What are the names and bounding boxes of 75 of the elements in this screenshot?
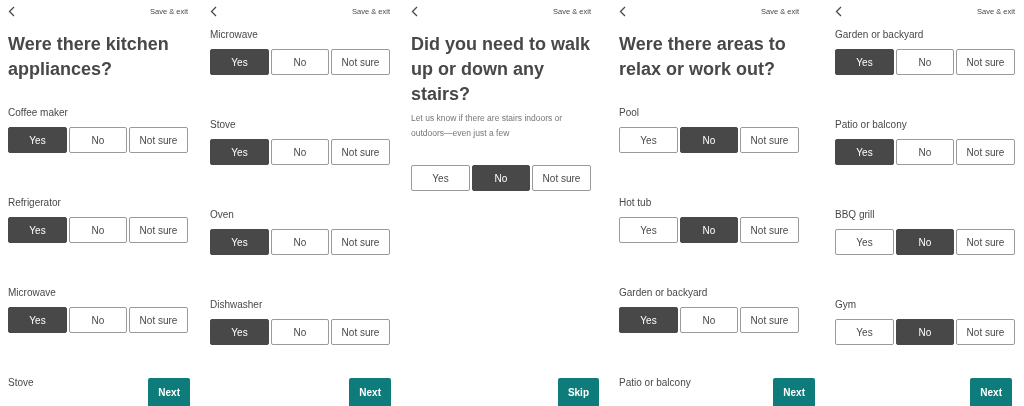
answer-option[interactable]: No xyxy=(271,49,329,75)
answer-option[interactable]: Not sure xyxy=(740,307,799,333)
answer-option[interactable]: No xyxy=(69,217,127,243)
answer-option[interactable]: No xyxy=(271,139,329,165)
question-label: Gym xyxy=(835,298,858,312)
footer-button[interactable]: Next xyxy=(349,378,391,406)
answer-option[interactable]: Yes xyxy=(8,127,67,153)
footer-button[interactable]: Next xyxy=(148,378,190,406)
question-label: Hot tub xyxy=(619,196,653,210)
answer-option[interactable]: Yes xyxy=(835,49,894,75)
answer-option[interactable]: Not sure xyxy=(956,319,1015,345)
question-label: Microwave xyxy=(8,286,57,300)
back-icon[interactable] xyxy=(210,5,217,17)
answer-option[interactable]: Not sure xyxy=(129,127,188,153)
question-label: Stove xyxy=(8,376,35,390)
question-label: Garden or backyard xyxy=(619,286,709,300)
answer-option[interactable]: Not sure xyxy=(956,139,1015,165)
question-label: Garden or backyard xyxy=(835,28,925,42)
question-label: Coffee maker xyxy=(8,106,69,120)
answer-option[interactable]: Not sure xyxy=(956,229,1015,255)
answer-option[interactable]: Yes xyxy=(8,307,67,333)
answer-option[interactable]: Not sure xyxy=(129,217,188,243)
answer-option[interactable]: No xyxy=(896,49,954,75)
answer-option[interactable]: Yes xyxy=(210,229,269,255)
footer-button[interactable]: Next xyxy=(970,378,1012,406)
answer-option[interactable]: Yes xyxy=(619,127,678,153)
answer-option[interactable]: Yes xyxy=(210,139,269,165)
answer-option[interactable]: No xyxy=(680,307,738,333)
answer-option[interactable]: No xyxy=(896,319,954,345)
answer-option[interactable]: No xyxy=(896,139,954,165)
question-label: Patio or balcony xyxy=(619,376,692,390)
footer-button[interactable]: Next xyxy=(773,378,815,406)
page-subtitle: Let us know if there are stairs indoors or outdoors—even just a few xyxy=(411,112,564,140)
back-icon[interactable] xyxy=(619,5,626,17)
answer-option[interactable]: Not sure xyxy=(956,49,1015,75)
answer-option[interactable]: Yes xyxy=(411,165,470,191)
back-icon[interactable] xyxy=(411,5,418,17)
answer-option[interactable]: Yes xyxy=(619,217,678,243)
footer-button[interactable]: Skip xyxy=(557,378,599,406)
answer-option[interactable]: Yes xyxy=(210,49,269,75)
back-icon[interactable] xyxy=(8,5,15,17)
answer-option[interactable]: Not sure xyxy=(129,307,188,333)
answer-option[interactable]: No xyxy=(472,165,530,191)
question-label: Patio or balcony xyxy=(835,118,908,132)
page-title: Did you need to walk up or down any stairs? xyxy=(411,33,592,106)
question-label: Refrigerator xyxy=(8,196,62,210)
answer-option[interactable]: Yes xyxy=(619,307,678,333)
answer-option[interactable]: Yes xyxy=(835,229,894,255)
answer-option[interactable]: Not sure xyxy=(331,229,390,255)
answer-option[interactable]: No xyxy=(69,307,127,333)
question-label: BBQ grill xyxy=(835,208,876,222)
page-title: Were there kitchen appliances? xyxy=(8,33,170,81)
answer-option[interactable]: Not sure xyxy=(331,49,390,75)
question-label: Pool xyxy=(619,106,640,120)
answer-option[interactable]: No xyxy=(271,229,329,255)
answer-option[interactable]: Yes xyxy=(835,139,894,165)
answer-option[interactable]: Yes xyxy=(210,319,269,345)
answer-option[interactable]: Not sure xyxy=(740,217,799,243)
answer-option[interactable]: Not sure xyxy=(331,319,390,345)
question-label: Stove xyxy=(210,118,237,132)
page-title: Were there areas to relax or work out? xyxy=(619,33,787,81)
answer-option[interactable]: Not sure xyxy=(740,127,799,153)
answer-option[interactable]: No xyxy=(896,229,954,255)
question-label: Dishwasher xyxy=(210,298,264,312)
back-icon[interactable] xyxy=(835,5,842,17)
answer-option[interactable]: Yes xyxy=(8,217,67,243)
answer-option[interactable]: No xyxy=(680,127,738,153)
answer-option[interactable]: No xyxy=(680,217,738,243)
answer-option[interactable]: Yes xyxy=(835,319,894,345)
answer-option[interactable]: No xyxy=(69,127,127,153)
question-label: Microwave xyxy=(210,28,259,42)
answer-option[interactable]: No xyxy=(271,319,329,345)
answer-option[interactable]: Not sure xyxy=(331,139,390,165)
answer-option[interactable]: Not sure xyxy=(532,165,591,191)
question-label: Oven xyxy=(210,208,235,222)
